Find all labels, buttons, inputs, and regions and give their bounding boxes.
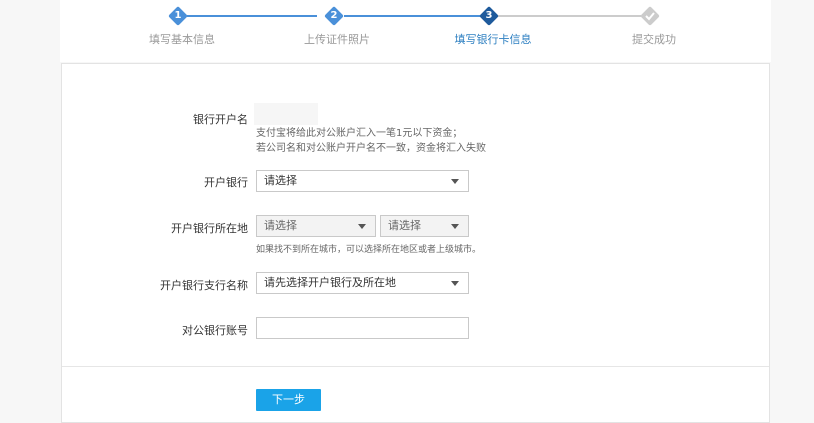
bank-select[interactable]: 请选择	[256, 170, 469, 192]
account-number-label: 对公银行账号	[182, 324, 248, 337]
triangle-down-icon	[451, 224, 459, 229]
step-3-marker: 3	[479, 6, 499, 26]
triangle-down-icon	[451, 179, 459, 184]
check-icon	[645, 12, 655, 21]
step-1-number: 1	[174, 10, 182, 21]
step-connector-1	[187, 15, 317, 17]
step-3-number: 3	[485, 10, 493, 21]
bank-select-value: 请选择	[264, 174, 297, 187]
form-divider	[62, 366, 769, 367]
city-select[interactable]: 请选择	[380, 215, 469, 237]
triangle-down-icon	[358, 224, 366, 229]
account-name-note-2: 若公司名和对公账户开户名不一致，资金将汇入失败	[256, 143, 486, 154]
province-select-value: 请选择	[264, 219, 297, 232]
step-connector-2	[344, 15, 480, 17]
step-2-label: 上传证件照片	[304, 33, 370, 46]
account-name-label: 银行开户名	[193, 113, 248, 126]
triangle-down-icon	[451, 281, 459, 286]
step-1-label: 填写基本信息	[149, 33, 215, 46]
branch-select[interactable]: 请先选择开户银行及所在地	[256, 272, 469, 294]
step-4-marker	[640, 6, 660, 26]
step-3-label: 填写银行卡信息	[454, 33, 532, 46]
branch-select-value: 请先选择开户银行及所在地	[264, 276, 396, 289]
next-step-button[interactable]: 下一步	[256, 389, 321, 411]
step-connector-3	[498, 15, 641, 17]
progress-steps: 1 2 3 填写基本信息 上传证件照片 填写银行卡信息 提交成功	[0, 0, 814, 62]
step-1-marker: 1	[168, 6, 188, 26]
bank-label: 开户银行	[204, 176, 248, 189]
bank-location-hint: 如果找不到所在城市，可以选择所在地区或者上级城市。	[256, 245, 482, 255]
step-4-label: 提交成功	[632, 33, 676, 46]
account-name-note-1: 支付宝将给此对公账户汇入一笔1元以下资金；	[256, 128, 463, 139]
account-name-value	[254, 103, 318, 125]
city-select-value: 请选择	[388, 219, 421, 232]
account-number-input[interactable]	[256, 317, 469, 339]
province-select[interactable]: 请选择	[256, 215, 376, 237]
branch-label: 开户银行支行名称	[160, 279, 248, 292]
step-2-number: 2	[330, 10, 338, 21]
step-2-marker: 2	[324, 6, 344, 26]
bank-location-label: 开户银行所在地	[171, 222, 248, 235]
